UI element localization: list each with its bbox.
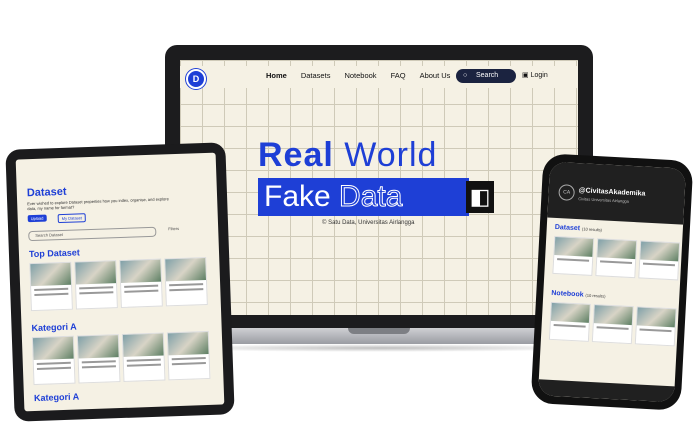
filters-button[interactable]: Filters [168,226,179,231]
ai-icon: ◧ [466,181,494,213]
tablet-screen: Dataset Ever wished to explore Dataset p… [15,152,225,412]
top-nav: D Home Datasets Notebook FAQ About Us ○ … [180,66,578,89]
section-top-dataset: Top Dataset [28,247,80,260]
phone-screen: CA @CivitasAkademika Civitas Universitas… [537,161,687,403]
nav-about[interactable]: About Us [420,71,451,80]
hero-line-1: Real World [258,136,437,175]
upload-button[interactable]: Upload [27,214,47,223]
section-kategori-a: Kategori A [31,321,77,334]
dataset-card[interactable] [74,260,118,310]
my-dataset-button[interactable]: My Dataset [57,213,87,224]
nav-links: Home Datasets Notebook FAQ About Us [266,71,450,80]
dataset-count: (10 results) [581,226,603,233]
nav-home[interactable]: Home [266,71,287,80]
notebook-card[interactable] [591,304,634,345]
phone-device: CA @CivitasAkademika Civitas Universitas… [530,153,694,411]
notebook-card[interactable] [634,306,677,347]
dataset-card[interactable] [121,332,166,382]
dataset-card[interactable] [31,335,76,386]
notebook-count: (10 results) [585,292,606,299]
laptop-notch [348,328,410,334]
tablet-search-input[interactable]: Search Dataset [28,226,157,242]
hero-data: Data [339,180,403,214]
top-dataset-cards [29,256,208,312]
dataset-card[interactable] [166,330,211,381]
section-dataset: Dataset (10 results) [555,224,603,233]
hero-line-2: Fake Data [258,178,469,216]
dataset-card[interactable] [595,238,638,279]
section-dataset-label: Dataset [554,223,581,233]
copyright: © Satu Data, Universitas Airlangga [322,220,415,226]
search-label: Search [476,72,499,79]
phone-notebook-cards [548,301,677,347]
dataset-card[interactable] [552,235,595,276]
dataset-card[interactable] [29,261,73,312]
dataset-card[interactable] [119,258,163,308]
notebook-card[interactable] [548,301,591,342]
laptop-screen: D Home Datasets Notebook FAQ About Us ○ … [180,60,578,315]
kategori-a-cards [31,330,211,386]
search-icon: ○ [463,72,468,79]
section-kategori-a-2: Kategori A [33,391,80,404]
nav-datasets[interactable]: Datasets [301,71,331,80]
logo-icon[interactable]: D [186,69,206,89]
user-icon: ▣ [522,72,529,79]
dataset-card[interactable] [76,334,121,384]
nav-notebook[interactable]: Notebook [344,71,376,80]
hero-real: Real [258,136,334,174]
hero-world: World [344,136,438,174]
login-button[interactable]: ▣ Login [522,69,548,83]
phone-dataset-cards [552,235,681,281]
section-notebook-label: Notebook [551,289,584,299]
nav-faq[interactable]: FAQ [391,71,406,80]
login-label: Login [530,72,548,79]
dataset-card[interactable] [638,240,681,281]
section-notebook: Notebook (10 results) [551,290,606,300]
hero-fake: Fake [264,180,331,213]
tablet-title: Dataset [26,185,67,200]
tablet-device: Dataset Ever wished to explore Dataset p… [5,142,235,422]
dataset-card[interactable] [164,256,208,307]
phone-footer [537,379,675,403]
tablet-nav [16,161,216,176]
search-button[interactable]: ○ Search [456,69,516,83]
